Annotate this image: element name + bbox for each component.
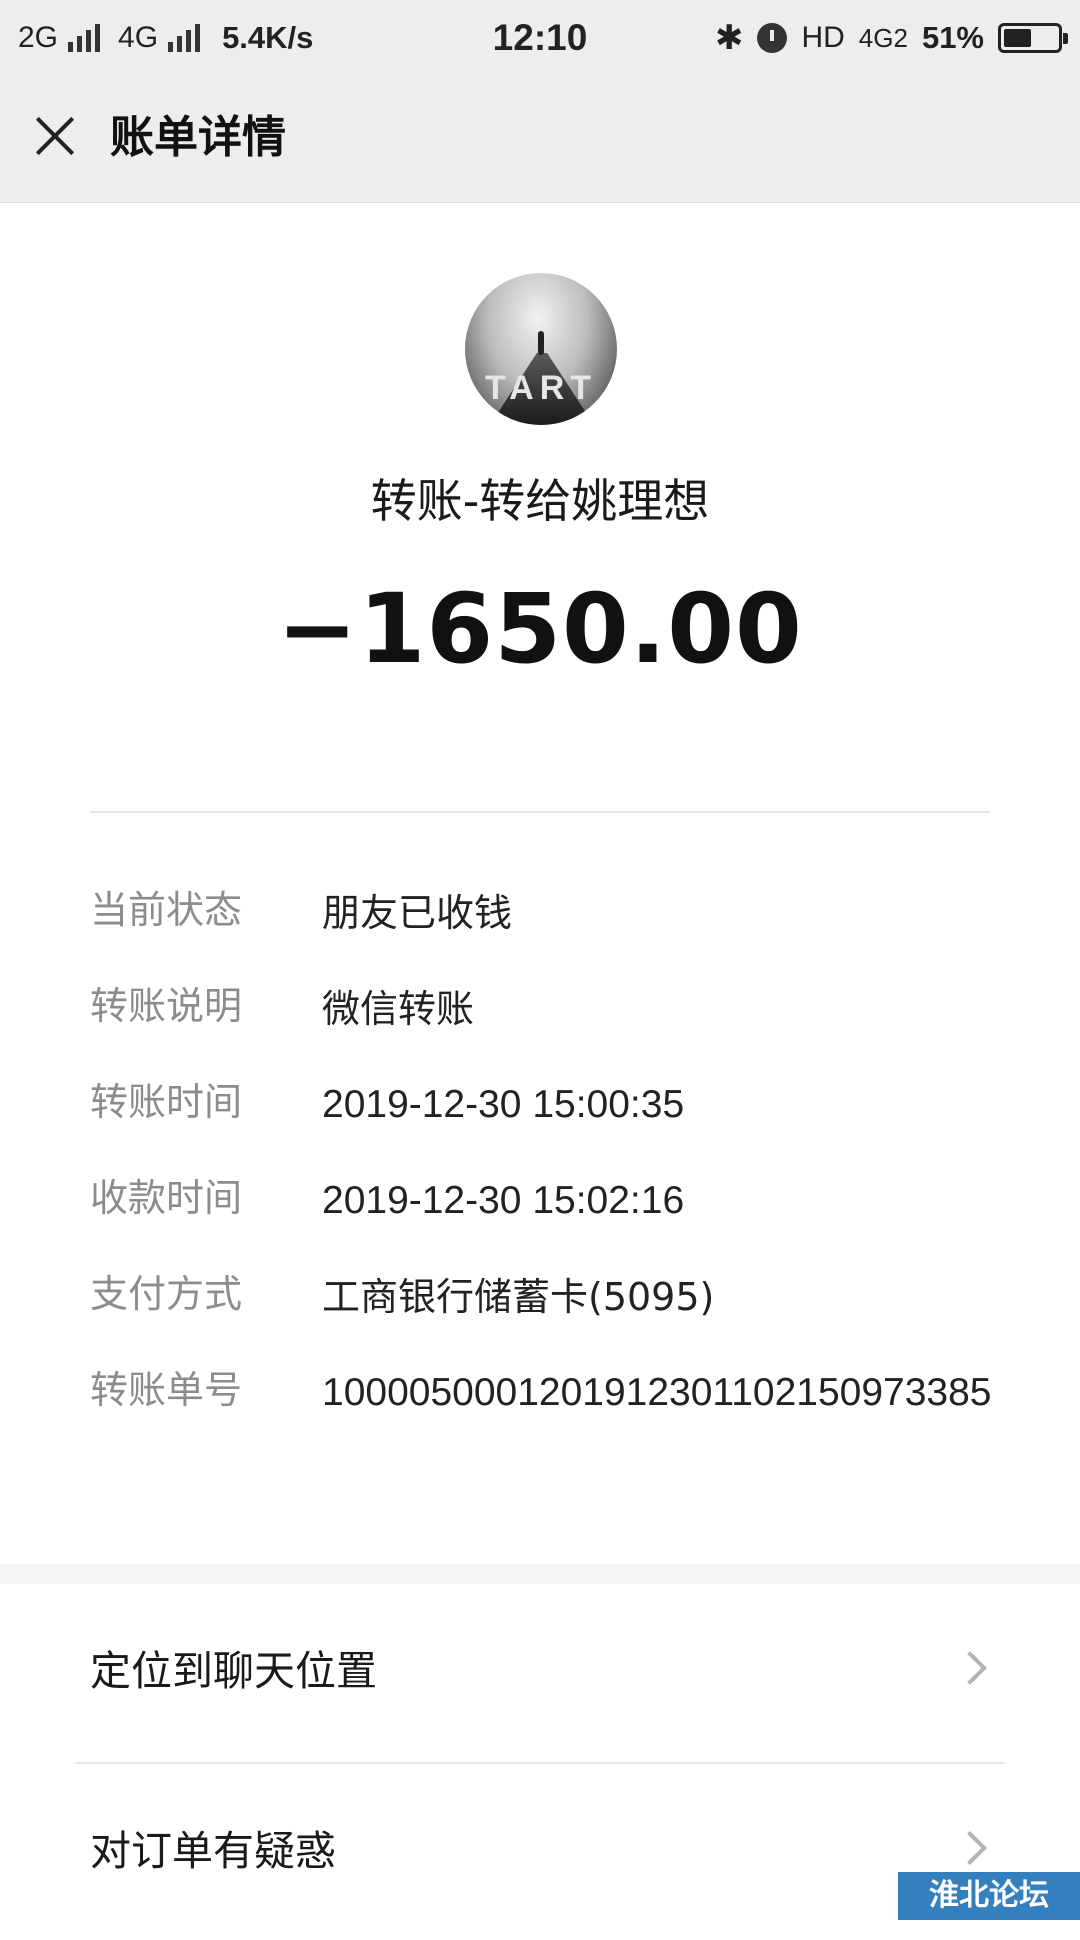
detail-label: 当前状态: [90, 888, 243, 932]
close-icon[interactable]: [26, 107, 84, 165]
avatar-figure: [538, 331, 544, 355]
watermark-logo: 淮北论坛: [898, 1872, 1080, 1920]
detail-row-status: 当前状态 朋友已收钱: [90, 880, 1000, 946]
divider: [90, 811, 990, 813]
amount: −1650.00: [277, 573, 803, 685]
bluetooth-icon: ✱: [714, 19, 744, 57]
payee-title: 转账-转给姚理想: [370, 474, 710, 528]
detail-row-receive-time: 收款时间 2019-12-30 15:02:16: [90, 1168, 1000, 1234]
detail-value: 2019-12-30 15:02:16: [322, 1179, 685, 1222]
detail-value: 2019-12-30 15:00:35: [322, 1083, 685, 1126]
detail-row-order-number: 转账单号 1000050001201912301102150973385: [90, 1360, 1000, 1426]
alarm-icon: [757, 23, 788, 53]
chevron-right-icon: [953, 1831, 987, 1865]
details-list: 当前状态 朋友已收钱 转账说明 微信转账 转账时间 2019-12-30 15:…: [90, 880, 1000, 1456]
detail-label: 转账说明: [90, 984, 243, 1028]
detail-label: 转账时间: [90, 1080, 243, 1124]
detail-value: 1000050001201912301102150973385: [322, 1371, 992, 1414]
order-question-label: 对订单有疑惑: [90, 1827, 336, 1875]
nav-bar: 账单详情: [0, 76, 1080, 203]
detail-value: 微信转账: [322, 987, 475, 1031]
detail-row-note: 转账说明 微信转账: [90, 976, 1000, 1042]
locate-chat-item[interactable]: 定位到聊天位置: [0, 1584, 1080, 1760]
network-label-4g2: 4G2: [858, 22, 908, 53]
detail-value: 工商银行储蓄卡(5095): [322, 1275, 715, 1319]
avatar-text: TART: [484, 369, 598, 407]
detail-label: 收款时间: [90, 1176, 243, 1220]
avatar[interactable]: TART: [465, 273, 617, 425]
section-gap: [0, 1564, 1080, 1584]
detail-label: 支付方式: [90, 1272, 243, 1316]
detail-label: 转账单号: [90, 1368, 243, 1412]
chevron-right-icon: [953, 1651, 987, 1685]
locate-chat-label: 定位到聊天位置: [90, 1647, 377, 1695]
hd-label: HD: [801, 21, 845, 54]
detail-row-transfer-time: 转账时间 2019-12-30 15:00:35: [90, 1072, 1000, 1138]
page-title: 账单详情: [110, 112, 286, 163]
detail-value: 朋友已收钱: [322, 891, 513, 935]
battery-icon: [998, 23, 1068, 53]
battery-percent: 51%: [921, 20, 984, 55]
detail-row-payment-method: 支付方式 工商银行储蓄卡(5095): [90, 1264, 1000, 1330]
status-right: ✱ HD 4G2 51%: [714, 16, 1068, 60]
status-bar: 2G 4G 5.4K/s 12:10 ✱ HD 4G2 51%: [0, 0, 1080, 76]
